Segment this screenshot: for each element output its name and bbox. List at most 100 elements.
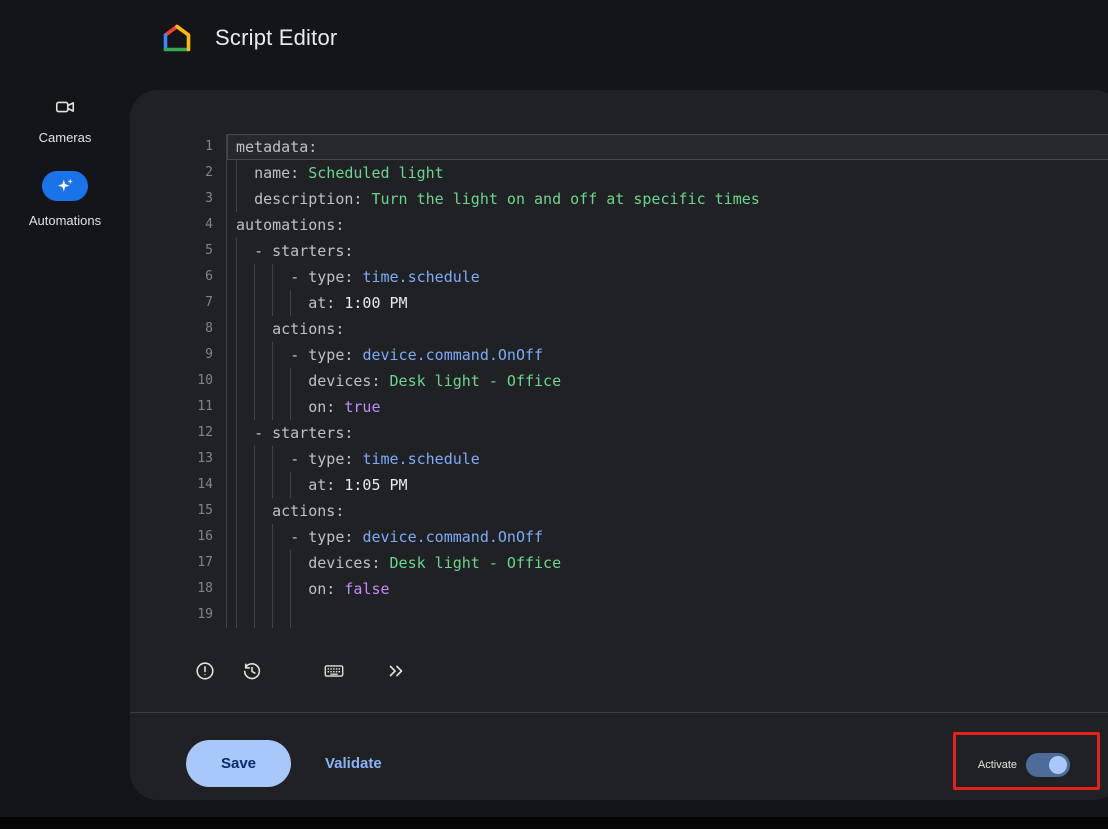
indent-guide [290, 368, 291, 394]
script-editor-app: Script Editor Cameras Automations [0, 0, 1108, 829]
indent-guide [254, 446, 255, 472]
footer-divider [130, 712, 1108, 713]
line-number: 19 [130, 602, 227, 628]
editor-toolbar [194, 658, 407, 684]
indent-guide [254, 524, 255, 550]
indent-guide [236, 576, 237, 602]
line-number: 10 [130, 368, 227, 394]
code-line-18[interactable]: 18 on: false [130, 576, 1108, 602]
indent-guide [236, 264, 237, 290]
indent-guide [254, 368, 255, 394]
code-line-12[interactable]: 12 - starters: [130, 420, 1108, 446]
indent-guide [290, 290, 291, 316]
validate-button[interactable]: Validate [325, 755, 382, 772]
line-number: 2 [130, 160, 227, 186]
toggle-knob [1049, 756, 1067, 774]
code-line-19[interactable]: 19 [130, 602, 1108, 628]
line-number: 14 [130, 472, 227, 498]
more-icon[interactable] [385, 660, 407, 682]
code-line-1[interactable]: 1metadata: [130, 134, 1108, 160]
indent-guide [254, 290, 255, 316]
line-number: 17 [130, 550, 227, 576]
line-number: 5 [130, 238, 227, 264]
indent-guide [272, 472, 273, 498]
activate-label: Activate [978, 759, 1017, 771]
code-line-6[interactable]: 6 - type: time.schedule [130, 264, 1108, 290]
sidebar-item-label: Cameras [39, 130, 92, 145]
line-number: 9 [130, 342, 227, 368]
indent-guide [254, 342, 255, 368]
sidebar: Cameras Automations [0, 96, 130, 228]
indent-guide [236, 420, 237, 446]
indent-guide [272, 524, 273, 550]
indent-guide [290, 550, 291, 576]
code-line-13[interactable]: 13 - type: time.schedule [130, 446, 1108, 472]
page-title: Script Editor [215, 25, 337, 51]
indent-guide [272, 576, 273, 602]
indent-guide [290, 394, 291, 420]
indent-guide [254, 264, 255, 290]
problems-icon[interactable] [194, 660, 216, 682]
line-number: 13 [130, 446, 227, 472]
sidebar-item-label: Automations [29, 213, 101, 228]
camera-icon [54, 96, 76, 118]
activate-control: Activate [978, 753, 1070, 777]
code-line-11[interactable]: 11 on: true [130, 394, 1108, 420]
code-lines: 1metadata:2 name: Scheduled light3 descr… [130, 134, 1108, 628]
code-line-7[interactable]: 7 at: 1:00 PM [130, 290, 1108, 316]
indent-guide [290, 576, 291, 602]
indent-guide [236, 446, 237, 472]
code-line-10[interactable]: 10 devices: Desk light - Office [130, 368, 1108, 394]
history-icon[interactable] [241, 660, 263, 682]
indent-guide [236, 472, 237, 498]
line-number: 3 [130, 186, 227, 212]
activate-toggle[interactable] [1026, 753, 1070, 777]
sidebar-item-automations[interactable]: Automations [29, 171, 101, 228]
code-line-5[interactable]: 5 - starters: [130, 238, 1108, 264]
code-line-2[interactable]: 2 name: Scheduled light [130, 160, 1108, 186]
code-line-15[interactable]: 15 actions: [130, 498, 1108, 524]
indent-guide [236, 498, 237, 524]
code-line-8[interactable]: 8 actions: [130, 316, 1108, 342]
indent-guide [272, 446, 273, 472]
code-line-3[interactable]: 3 description: Turn the light on and off… [130, 186, 1108, 212]
indent-guide [272, 368, 273, 394]
indent-guide [290, 602, 291, 628]
line-number: 18 [130, 576, 227, 602]
code-line-14[interactable]: 14 at: 1:05 PM [130, 472, 1108, 498]
indent-guide [236, 524, 237, 550]
keyboard-icon[interactable] [323, 660, 345, 682]
line-number: 7 [130, 290, 227, 316]
indent-guide [272, 550, 273, 576]
indent-guide [236, 160, 237, 186]
indent-guide [254, 472, 255, 498]
code-editor[interactable]: 1metadata:2 name: Scheduled light3 descr… [130, 134, 1108, 642]
indent-guide [272, 394, 273, 420]
indent-guide [254, 602, 255, 628]
line-number: 11 [130, 394, 227, 420]
script-editor-panel: 1metadata:2 name: Scheduled light3 descr… [130, 90, 1108, 800]
code-line-4[interactable]: 4automations: [130, 212, 1108, 238]
sidebar-item-cameras[interactable]: Cameras [39, 96, 92, 145]
window-edge [0, 817, 1108, 829]
indent-guide [236, 290, 237, 316]
header: Script Editor [161, 22, 337, 54]
save-button[interactable]: Save [186, 740, 291, 787]
code-line-16[interactable]: 16 - type: device.command.OnOff [130, 524, 1108, 550]
indent-guide [272, 290, 273, 316]
indent-guide [236, 368, 237, 394]
indent-guide [290, 472, 291, 498]
indent-guide [236, 316, 237, 342]
code-line-17[interactable]: 17 devices: Desk light - Office [130, 550, 1108, 576]
indent-guide [254, 576, 255, 602]
line-number: 15 [130, 498, 227, 524]
indent-guide [254, 550, 255, 576]
line-number: 1 [130, 134, 227, 160]
indent-guide [272, 342, 273, 368]
indent-guide [272, 264, 273, 290]
code-line-9[interactable]: 9 - type: device.command.OnOff [130, 342, 1108, 368]
line-number: 8 [130, 316, 227, 342]
line-number: 16 [130, 524, 227, 550]
indent-guide [272, 602, 273, 628]
indent-guide [236, 602, 237, 628]
